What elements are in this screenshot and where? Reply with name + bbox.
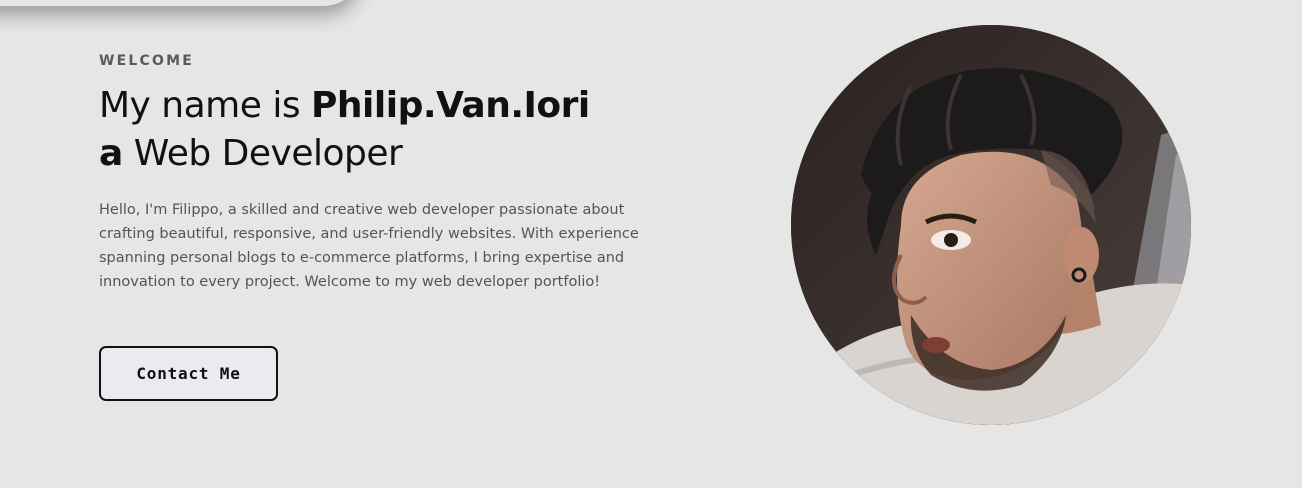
hero-headline: My name is Philip.Van.Iori a Web Develope… — [99, 82, 659, 178]
header-shadow — [0, 0, 360, 6]
contact-me-button[interactable]: Contact Me — [99, 346, 278, 401]
profile-photo-illustration — [791, 25, 1191, 425]
profile-photo — [791, 25, 1191, 425]
developer-name: Philip.Van.Iori — [311, 85, 590, 126]
welcome-eyebrow: WELCOME — [99, 53, 194, 69]
headline-prefix: My name is — [99, 85, 312, 126]
headline-role: Web Developer — [122, 133, 403, 174]
hero-section: WELCOME My name is Philip.Van.Iori a Web … — [99, 50, 659, 294]
headline-article: a — [99, 133, 123, 174]
hero-bio: Hello, I'm Filippo, a skilled and creati… — [99, 202, 639, 290]
